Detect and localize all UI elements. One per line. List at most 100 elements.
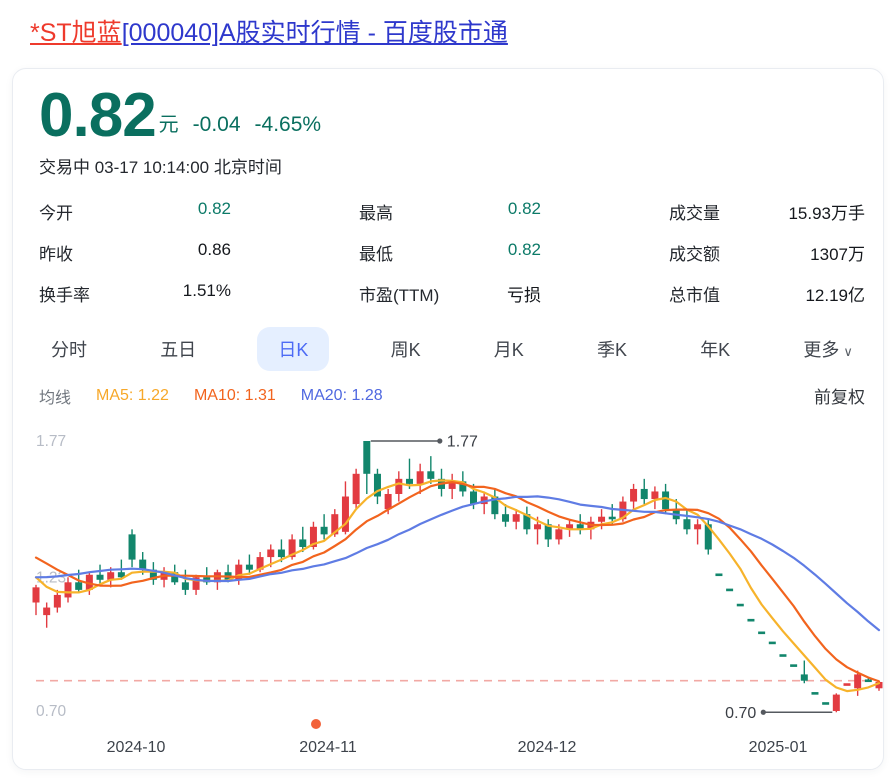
candle-down — [662, 491, 669, 509]
candle-up — [513, 514, 520, 522]
chart-area: 1.771.230.701.770.70 — [13, 416, 883, 732]
price-row: 0.82 元 -0.04 -4.65% — [39, 87, 865, 144]
candle-up — [267, 550, 274, 558]
candle-up — [651, 491, 658, 499]
candle-down — [299, 539, 306, 547]
page-title-link[interactable]: *ST旭蓝[000040]A股实时行情 - 百度股市通 — [30, 13, 508, 49]
adjust-mode-toggle[interactable]: 前复权 — [814, 383, 865, 408]
stat-low: 最低 0.82 — [359, 240, 541, 265]
candle-down — [182, 582, 189, 590]
ma10-value: MA10: 1.31 — [194, 387, 276, 405]
candlestick-chart[interactable]: 1.771.230.701.770.70 — [13, 416, 883, 732]
tab-more[interactable]: 更多∨ — [791, 327, 865, 371]
ma-legend-title: 均线 — [39, 384, 71, 408]
x-axis-label: 2024-12 — [518, 739, 577, 757]
annotation-label: 0.70 — [725, 705, 756, 722]
ma10-line — [36, 482, 879, 681]
candle-down — [321, 527, 328, 535]
y-axis-label: 1.77 — [36, 433, 66, 450]
candle-down — [609, 517, 616, 520]
candle-down — [246, 565, 253, 570]
candle-down — [278, 550, 285, 558]
candle-down — [97, 575, 104, 580]
tab-yearly-k[interactable]: 年K — [688, 327, 742, 371]
candle-up — [843, 683, 850, 686]
stock-name: *ST旭蓝 — [30, 19, 122, 47]
stat-amount: 成交额 1307万 — [669, 240, 865, 265]
candle-up — [534, 524, 541, 529]
ma5-line — [36, 480, 879, 691]
stats-grid: 今开 0.82 最高 0.82 成交量 15.93万手 昨收 0.86 最低 — [39, 199, 865, 306]
price-unit: 元 — [159, 108, 179, 137]
candle-up — [385, 494, 392, 509]
tab-weekly-k[interactable]: 周K — [379, 327, 433, 371]
candle-up — [598, 517, 605, 522]
candle-down — [747, 619, 754, 622]
candle-down — [502, 514, 509, 522]
candle-up — [54, 595, 61, 608]
candle-up — [555, 529, 562, 539]
candle-down — [758, 632, 765, 635]
candle-down — [470, 491, 477, 504]
tab-minute[interactable]: 分时 — [39, 327, 99, 371]
title-rest: [000040]A股实时行情 - 百度股市通 — [122, 19, 508, 47]
candle-down — [129, 534, 136, 559]
ma5-value: MA5: 1.22 — [96, 387, 169, 405]
candle-down — [726, 589, 733, 592]
x-axis-label: 2024-11 — [299, 739, 357, 757]
y-axis-label: 0.70 — [36, 703, 67, 720]
stat-turnover-rate: 换手率 1.51% — [39, 281, 231, 306]
candle-up — [417, 471, 424, 484]
trading-status-line: 交易中 03-17 10:14:00 北京时间 — [39, 153, 865, 178]
candle-down — [822, 702, 829, 705]
x-axis-label: 2025-01 — [749, 739, 808, 757]
chevron-down-icon: ∨ — [843, 344, 853, 359]
stat-high: 最高 0.82 — [359, 199, 541, 224]
candle-down — [406, 479, 413, 484]
candle-up — [43, 608, 50, 616]
stat-open: 今开 0.82 — [39, 199, 231, 224]
candle-down — [427, 471, 434, 479]
candle-down — [715, 574, 722, 577]
candle-down — [790, 664, 797, 667]
price-change-percent: -4.65% — [255, 113, 322, 137]
event-marker-dot[interactable] — [311, 719, 321, 729]
x-axis-labels: 2024-10 2024-11 2024-12 2025-01 — [13, 732, 883, 768]
candle-down — [641, 489, 648, 499]
tab-five-day[interactable]: 五日 — [148, 327, 208, 371]
kline-tab-bar: 分时 五日 日K 周K 月K 季K 年K 更多∨ — [39, 326, 865, 372]
tab-quarterly-k[interactable]: 季K — [585, 327, 639, 371]
candle-down — [683, 519, 690, 529]
candle-down — [779, 654, 786, 657]
candle-up — [33, 587, 40, 602]
stat-market-cap: 总市值 12.19亿 — [669, 281, 865, 306]
stock-quote-page: *ST旭蓝[000040]A股实时行情 - 百度股市通 0.82 元 -0.04… — [0, 0, 892, 778]
candle-down — [801, 674, 808, 680]
candle-down — [865, 679, 872, 682]
candle-up — [694, 524, 701, 529]
candle-up — [854, 674, 861, 688]
annotation-label: 1.77 — [447, 434, 478, 451]
ma20-line — [36, 496, 879, 630]
candle-up — [630, 489, 637, 502]
quote-card: 0.82 元 -0.04 -4.65% 交易中 03-17 10:14:00 北… — [12, 68, 884, 770]
annotation-dot — [761, 710, 766, 715]
price-change: -0.04 — [193, 113, 241, 137]
ma20-value: MA20: 1.28 — [301, 387, 383, 405]
tab-daily-k[interactable]: 日K — [257, 327, 329, 371]
annotation-dot — [437, 438, 442, 443]
candle-up — [395, 479, 402, 494]
tab-monthly-k[interactable]: 月K — [482, 327, 536, 371]
candle-up — [65, 582, 72, 597]
candle-down — [737, 604, 744, 607]
candle-down — [769, 642, 776, 645]
candle-down — [363, 441, 370, 474]
ma-legend: 均线 MA5: 1.22 MA10: 1.31 MA20: 1.28 前复权 — [39, 383, 865, 408]
candle-up — [353, 474, 360, 504]
current-price: 0.82 — [39, 87, 156, 144]
candle-down — [811, 692, 818, 695]
stat-volume: 成交量 15.93万手 — [669, 199, 865, 224]
x-axis-label: 2024-10 — [107, 739, 166, 757]
stat-pe-ttm: 市盈(TTM) 亏损 — [359, 281, 541, 306]
stat-prev-close: 昨收 0.86 — [39, 240, 231, 265]
